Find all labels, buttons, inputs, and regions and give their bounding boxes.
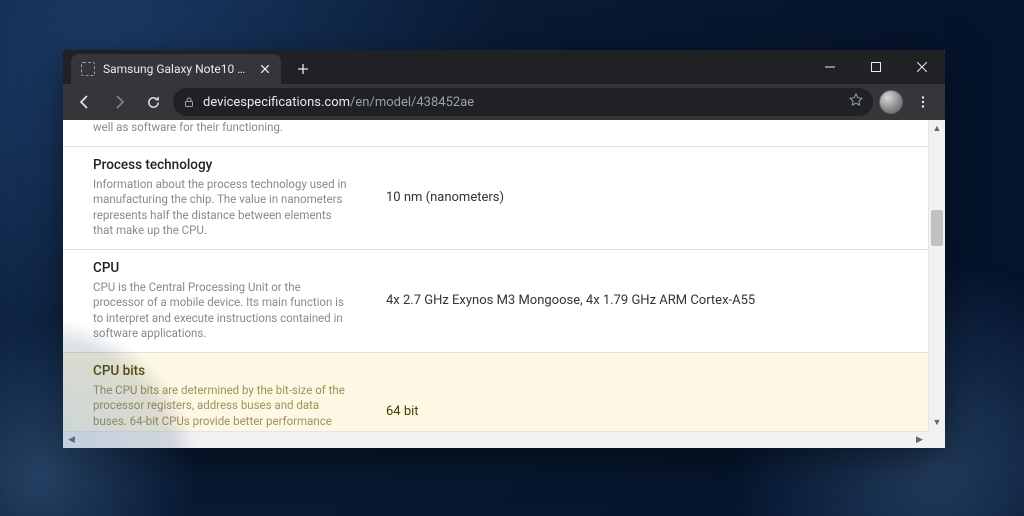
reload-button[interactable] [139, 88, 167, 116]
tab-title: Samsung Galaxy Note10 Lite - Sp [103, 62, 251, 76]
spec-value-cell: 10 nm (nanometers) [368, 157, 928, 239]
scroll-right-icon[interactable]: ▶ [911, 432, 928, 448]
spec-label-cell: CPU CPU is the Central Processing Unit o… [63, 260, 368, 342]
spec-description: Information about the process technology… [93, 177, 354, 239]
profile-avatar[interactable] [879, 90, 903, 114]
scroll-left-icon[interactable]: ◀ [63, 432, 80, 448]
spec-label-cell: Process technology Information about the… [63, 157, 368, 239]
vertical-scrollbar[interactable]: ▲ ▼ [928, 120, 945, 431]
page-viewport: well as software for their functioning. … [63, 120, 945, 448]
scroll-down-icon[interactable]: ▼ [929, 414, 945, 431]
back-button[interactable] [71, 88, 99, 116]
spec-row-highlighted: CPU bits The CPU bits are determined by … [63, 353, 928, 431]
scrollbar-thumb[interactable] [931, 210, 943, 246]
browser-menu-button[interactable] [909, 88, 937, 116]
spec-description: The CPU bits are determined by the bit-s… [93, 383, 354, 431]
url-path: /en/model/438452ae [350, 95, 474, 110]
spec-value-cell: 4x 2.7 GHz Exynos M3 Mongoose, 4x 1.79 G… [368, 260, 928, 342]
spec-row: well as software for their functioning. [63, 120, 928, 147]
horizontal-scrollbar[interactable]: ◀ ▶ [63, 431, 928, 448]
new-tab-button[interactable] [289, 55, 317, 83]
maximize-button[interactable] [853, 50, 899, 84]
spec-title: CPU bits [93, 363, 354, 379]
close-window-button[interactable] [899, 50, 945, 84]
browser-toolbar: devicespecifications.com/en/model/438452… [63, 84, 945, 120]
spec-description: well as software for their functioning. [93, 120, 354, 136]
spec-title: CPU [93, 260, 354, 276]
lock-icon [183, 96, 195, 108]
browser-tab[interactable]: Samsung Galaxy Note10 Lite - Sp [71, 54, 281, 84]
page-content[interactable]: well as software for their functioning. … [63, 120, 928, 431]
window-controls [807, 50, 945, 84]
spec-value-cell: 64 bit [368, 363, 928, 431]
spec-row: CPU CPU is the Central Processing Unit o… [63, 250, 928, 353]
spec-row: Process technology Information about the… [63, 147, 928, 250]
url-text: devicespecifications.com/en/model/438452… [203, 95, 474, 110]
browser-window: Samsung Galaxy Note10 Lite - Sp [63, 50, 945, 448]
desktop-background: Samsung Galaxy Note10 Lite - Sp [0, 0, 1024, 516]
minimize-button[interactable] [807, 50, 853, 84]
spec-label-cell: CPU bits The CPU bits are determined by … [63, 363, 368, 431]
close-tab-icon[interactable] [259, 62, 271, 76]
spec-description: CPU is the Central Processing Unit or th… [93, 280, 354, 342]
spec-label-cell: well as software for their functioning. [63, 120, 368, 136]
scroll-up-icon[interactable]: ▲ [929, 120, 945, 137]
address-bar[interactable]: devicespecifications.com/en/model/438452… [173, 88, 873, 116]
scroll-corner [928, 431, 945, 448]
spec-title: Process technology [93, 157, 354, 173]
bookmark-star-icon[interactable] [849, 93, 863, 111]
forward-button[interactable] [105, 88, 133, 116]
tab-strip: Samsung Galaxy Note10 Lite - Sp [63, 50, 945, 84]
url-host: devicespecifications.com [203, 95, 350, 110]
tab-favicon [81, 62, 95, 76]
spec-value-cell [368, 120, 928, 136]
